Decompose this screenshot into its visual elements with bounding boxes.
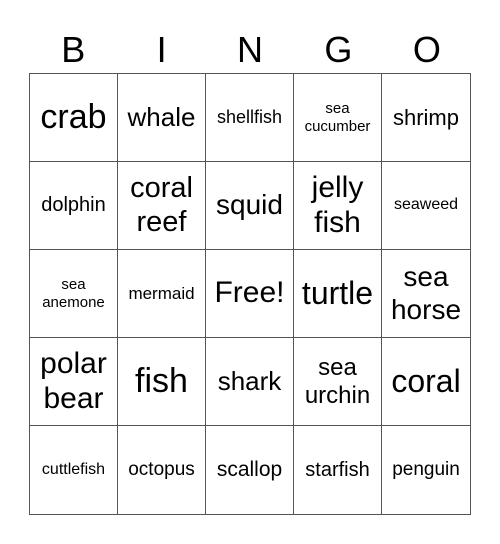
bingo-cell: Free! — [206, 250, 294, 338]
bingo-cell: starfish — [294, 426, 382, 514]
bingo-cell: sea cucumber — [294, 74, 382, 162]
bingo-cell: sea horse — [382, 250, 470, 338]
bingo-cell: octopus — [118, 426, 206, 514]
bingo-cell: shark — [206, 338, 294, 426]
bingo-header: B I N G O — [29, 26, 471, 74]
bingo-cell: turtle — [294, 250, 382, 338]
header-letter-n: N — [237, 29, 264, 70]
bingo-cell: sea urchin — [294, 338, 382, 426]
header-letter-i: I — [156, 29, 167, 70]
bingo-grid: crab whale shellfish sea cucumber shrimp dolp… — [29, 73, 471, 515]
bingo-cell: polar bear — [30, 338, 118, 426]
bingo-cell: squid — [206, 162, 294, 250]
bingo-cell: shrimp — [382, 74, 470, 162]
header-letter-b: B — [61, 29, 86, 70]
header-letter-g: G — [324, 29, 353, 70]
bingo-cell: dolphin — [30, 162, 118, 250]
bingo-cell: coral reef — [118, 162, 206, 250]
bingo-cell: penguin — [392, 459, 460, 481]
bingo-cell: jelly fish — [294, 162, 382, 250]
bingo-cell: shellfish — [206, 74, 294, 162]
bingo-cell: whale — [118, 74, 206, 162]
bingo-cell: sea anemone — [30, 250, 118, 338]
header-letter-o: O — [412, 29, 441, 70]
bingo-cell: crab — [30, 74, 118, 162]
bingo-cell: mermaid — [118, 250, 206, 338]
bingo-cell: cuttlefish — [30, 426, 118, 514]
bingo-cell: coral — [382, 338, 470, 426]
bingo-cell: fish — [118, 338, 206, 426]
bingo-cell: scallop — [206, 426, 294, 514]
bingo-cell: seaweed — [382, 162, 470, 250]
